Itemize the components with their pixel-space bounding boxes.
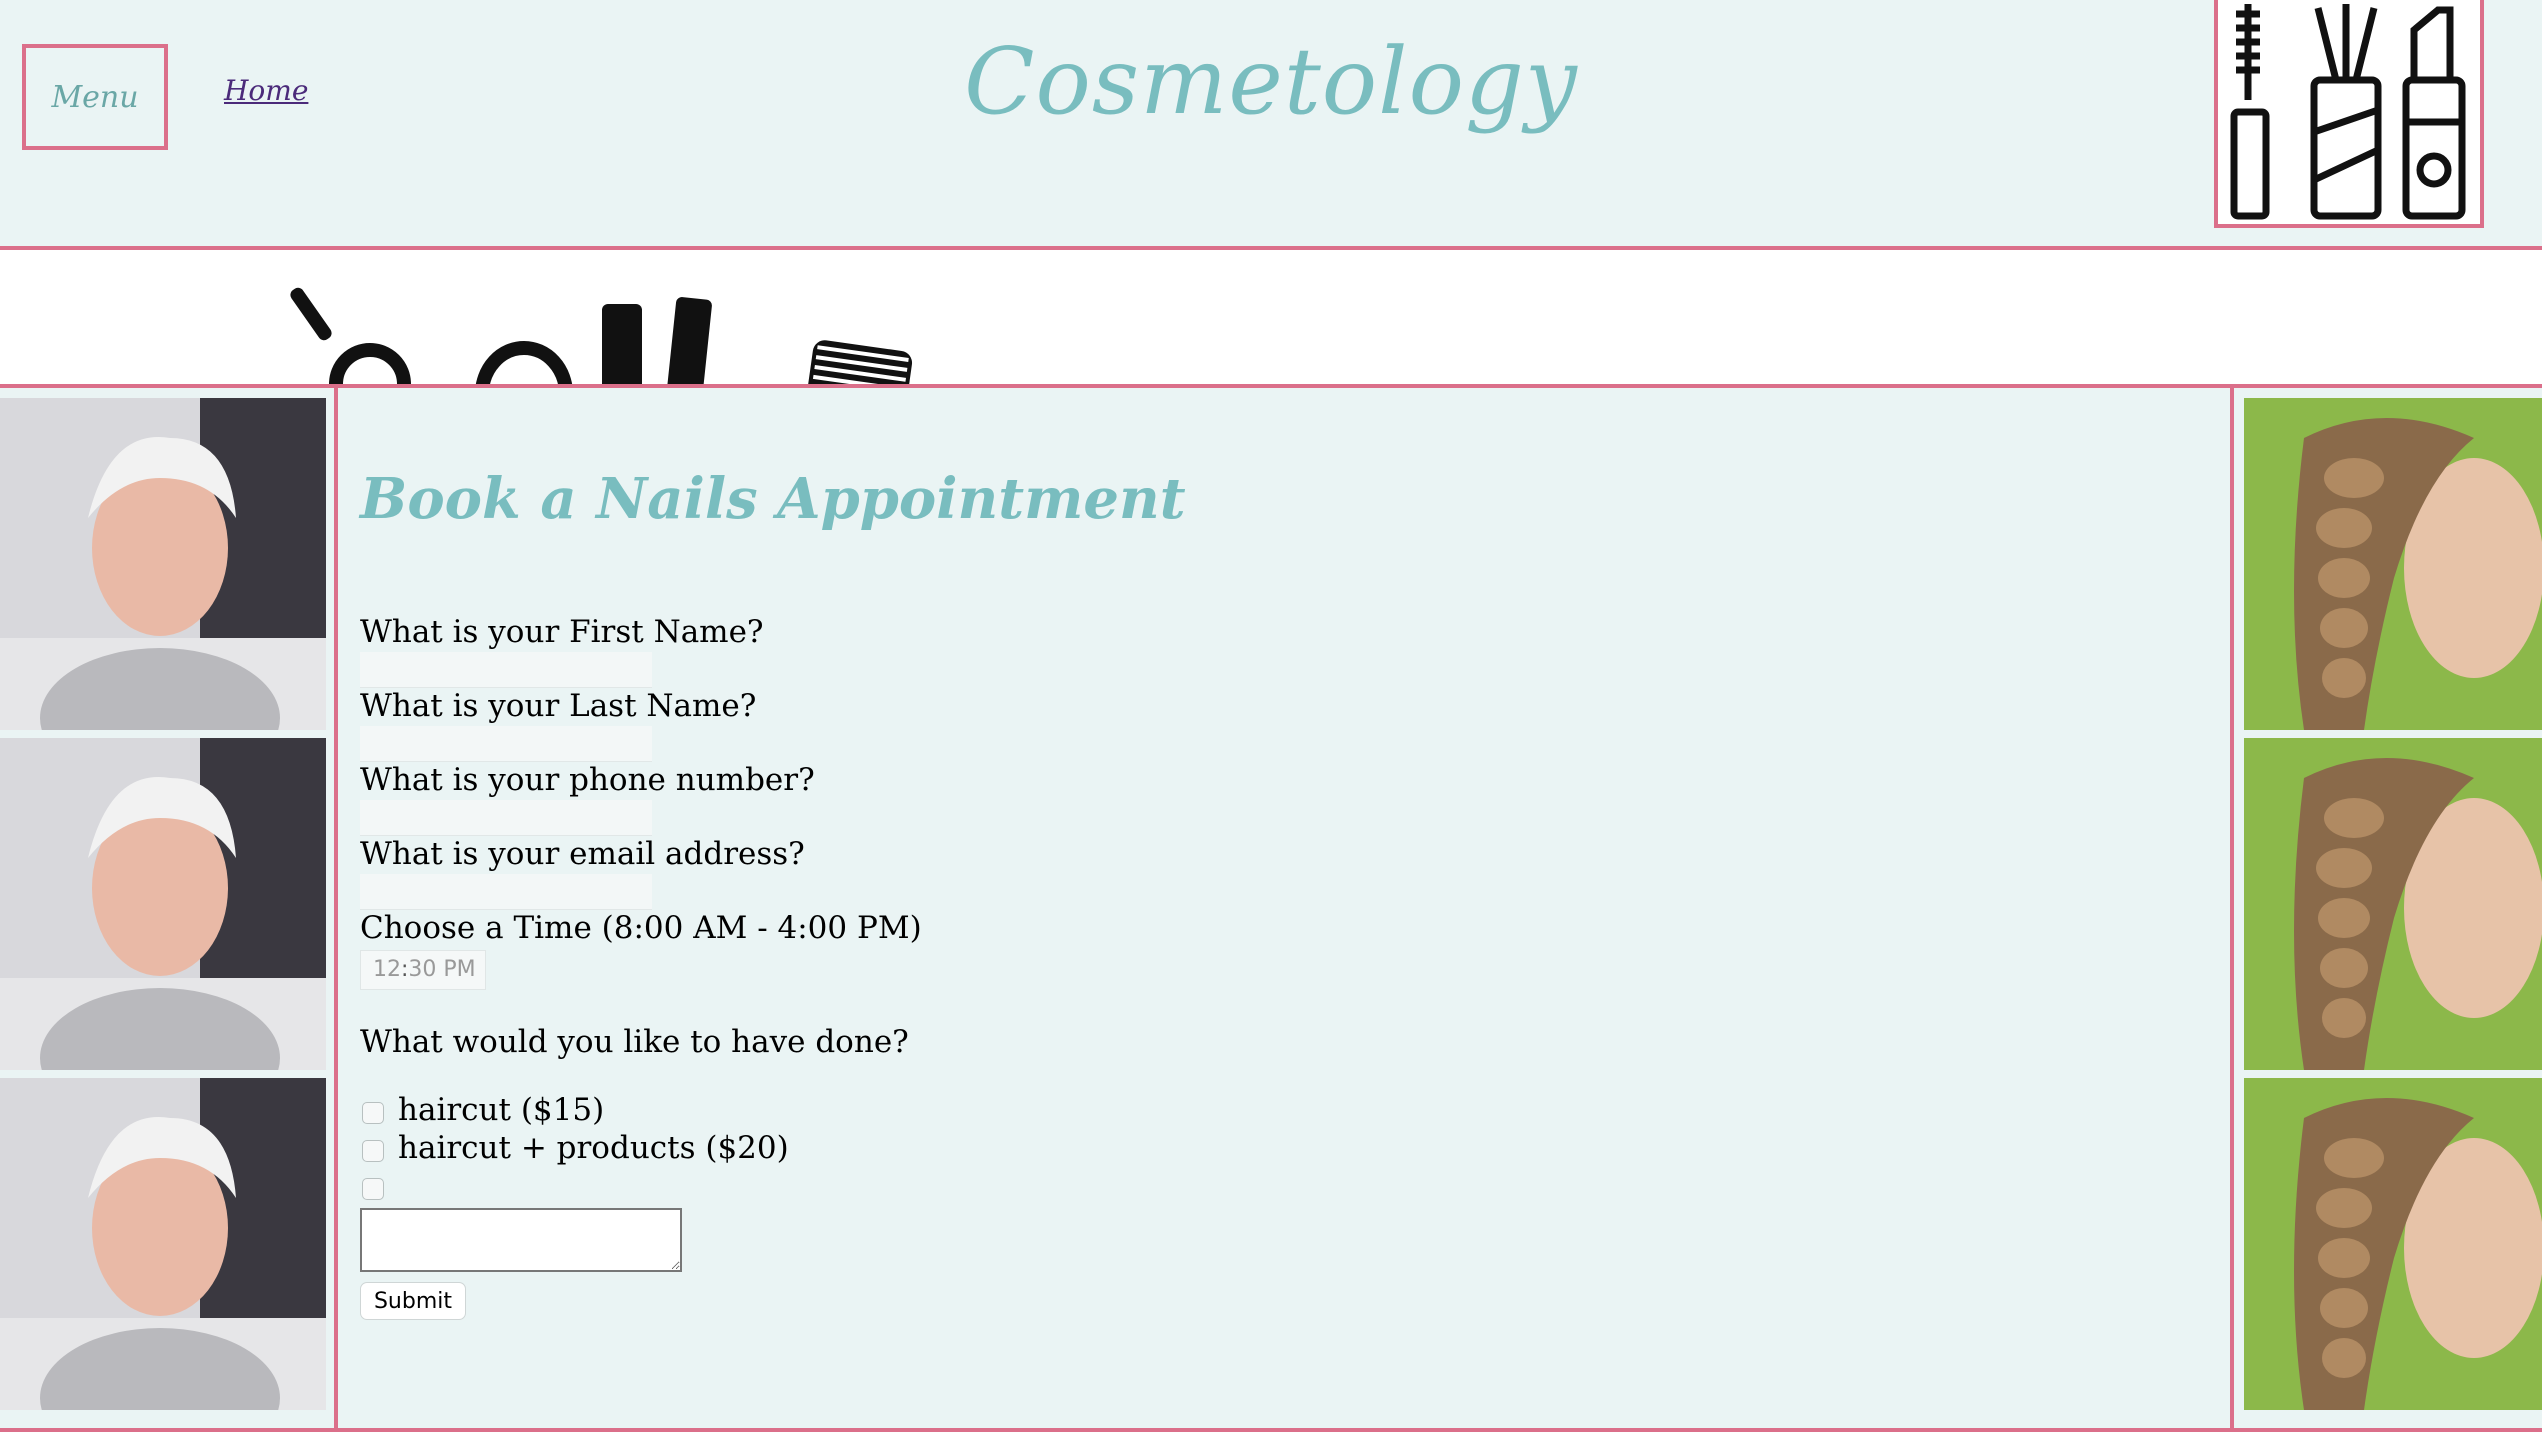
- other-option-checkbox[interactable]: [362, 1178, 384, 1200]
- haircut-checkbox[interactable]: [362, 1102, 384, 1124]
- appointment-form: Book a Nails Appointment What is your Fi…: [336, 392, 2232, 1432]
- pixie-haircut-photo: [0, 738, 326, 1070]
- cosmetics-tools-icon: [2230, 4, 2466, 220]
- last-name-label: What is your Last Name?: [360, 688, 757, 724]
- pixie-haircut-photo: [0, 398, 326, 730]
- time-hour: 12: [373, 957, 401, 982]
- first-name-input[interactable]: [360, 652, 652, 688]
- haircut-products-checkbox[interactable]: [362, 1140, 384, 1162]
- braided-hair-photo: [2244, 1078, 2542, 1410]
- cosmetics-logo: [2214, 0, 2484, 228]
- tools-banner: [0, 250, 2542, 384]
- site-title: Cosmetology: [964, 28, 1578, 135]
- services-label: What would you like to have done?: [360, 1024, 909, 1060]
- pixie-haircut-photo: [0, 1078, 326, 1410]
- haircut-option-label: haircut ($15): [398, 1092, 605, 1128]
- form-title: Book a Nails Appointment: [360, 466, 1186, 532]
- time-label: Choose a Time (8:00 AM - 4:00 PM): [360, 910, 922, 946]
- last-name-input[interactable]: [360, 726, 652, 762]
- braided-hair-photo: [2244, 398, 2542, 730]
- submit-button[interactable]: Submit: [360, 1282, 466, 1320]
- phone-input[interactable]: [360, 800, 652, 836]
- haircut-products-option-label: haircut + products ($20): [398, 1130, 789, 1166]
- first-name-label: What is your First Name?: [360, 614, 764, 650]
- braided-hair-photo: [2244, 738, 2542, 1070]
- time-rest: 30 PM: [408, 957, 476, 982]
- email-input[interactable]: [360, 874, 652, 910]
- notes-textarea[interactable]: [360, 1208, 682, 1272]
- phone-label: What is your phone number?: [360, 762, 815, 798]
- site-header: Menu Home Cosmetology: [0, 0, 2542, 246]
- salon-tools-icon: [290, 287, 913, 384]
- time-input[interactable]: 12:30 PM: [360, 950, 486, 990]
- email-label: What is your email address?: [360, 836, 805, 872]
